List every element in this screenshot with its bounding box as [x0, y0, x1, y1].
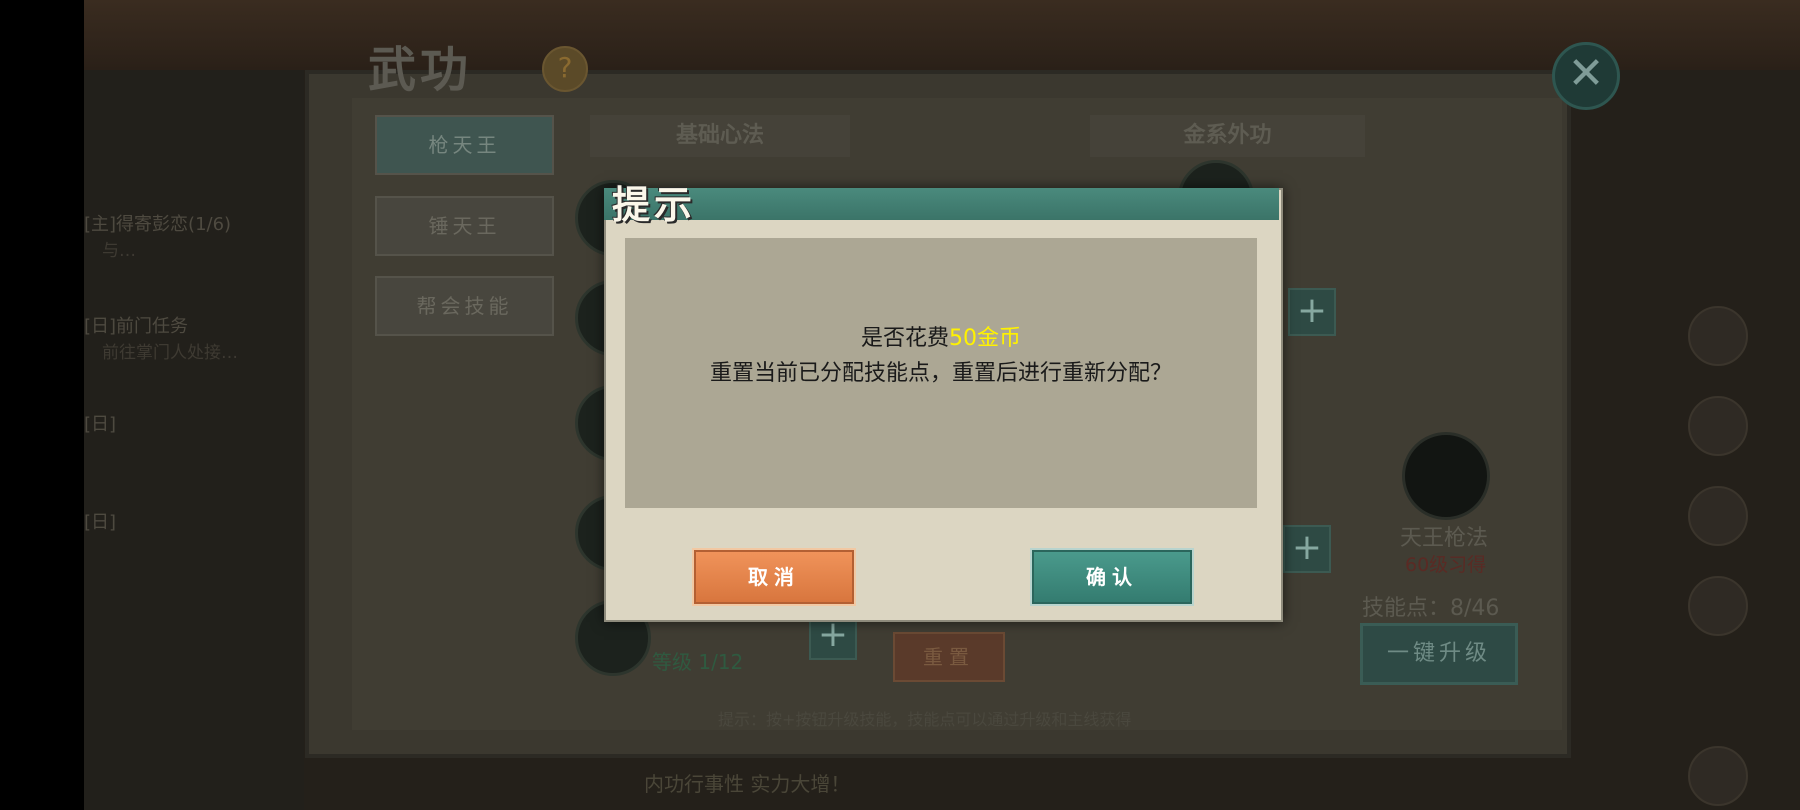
- featured-skill-icon[interactable]: [1402, 432, 1490, 520]
- menu-icon[interactable]: [1688, 306, 1748, 366]
- featured-skill-name: 天王枪法: [1400, 526, 1489, 551]
- tab-hammer-king[interactable]: 锤天王: [375, 196, 554, 256]
- dialog-message-prefix: 是否花费: [860, 326, 949, 351]
- quest-detail: 与…: [102, 241, 136, 261]
- skill-points: 技能点：8/46: [1362, 596, 1500, 621]
- menu-icon[interactable]: [1688, 396, 1748, 456]
- skill-level: 等级 1/12: [652, 650, 744, 674]
- quest-item[interactable]: [日]: [84, 410, 116, 436]
- upgrade-plus-button[interactable]: +: [1288, 288, 1336, 336]
- tab-spear-king[interactable]: 枪天王: [375, 115, 554, 175]
- menu-icon[interactable]: [1688, 486, 1748, 546]
- quest-item[interactable]: [日]: [84, 508, 116, 534]
- dialog-cost-highlight: 50金币: [949, 326, 1021, 351]
- menu-icon[interactable]: [1688, 576, 1748, 636]
- side-menu-icons: [1688, 290, 1800, 810]
- window-title: 武功: [368, 42, 473, 98]
- chat-line: 内功行事性 实力大增！: [644, 772, 851, 796]
- menu-icon[interactable]: [1688, 746, 1748, 806]
- quest-item[interactable]: [主]得寄彭恋(1/6): [84, 210, 231, 236]
- confirm-button[interactable]: 确认: [1030, 548, 1194, 606]
- footer-tip: 提示：按+按钮升级技能，技能点可以通过升级和主线获得: [718, 710, 1132, 729]
- dialog-header-band: [604, 188, 1279, 220]
- dialog-message-line2: 重置当前已分配技能点，重置后进行重新分配？: [709, 361, 1172, 386]
- dialog-message-line1: 是否花费50金币: [625, 320, 1257, 352]
- quest-item[interactable]: [日]前门任务: [84, 312, 188, 338]
- one-click-upgrade-button[interactable]: 一键升级: [1360, 623, 1518, 685]
- top-hud-bar: [84, 0, 1800, 70]
- cancel-button[interactable]: 取消: [692, 548, 856, 606]
- help-icon[interactable]: ?: [542, 46, 588, 92]
- close-icon[interactable]: ✕: [1552, 42, 1620, 110]
- quest-panel: [主]得寄彭恋(1/6) 与… [日]前门任务 前往掌门人处接… [日] [日]: [84, 70, 304, 810]
- quest-detail: 前往掌门人处接…: [102, 343, 238, 363]
- upgrade-plus-button[interactable]: +: [1283, 525, 1331, 573]
- section-header-metal: 金系外功: [1090, 115, 1365, 157]
- reset-button[interactable]: 重置: [893, 632, 1005, 682]
- section-header-basic: 基础心法: [590, 115, 850, 157]
- tab-guild-skills[interactable]: 帮会技能: [375, 276, 554, 336]
- featured-skill-requirement: 60级习得: [1405, 554, 1487, 576]
- dialog-title: 提示: [612, 182, 697, 227]
